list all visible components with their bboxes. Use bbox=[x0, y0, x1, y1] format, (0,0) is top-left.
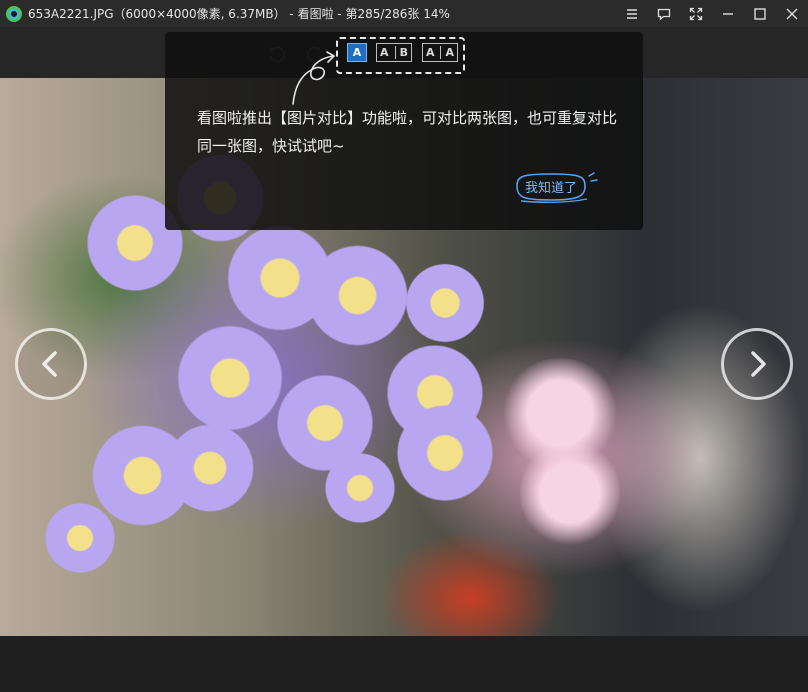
pointer-doodle-icon bbox=[292, 51, 336, 105]
next-image-button[interactable] bbox=[721, 328, 793, 400]
flower bbox=[160, 418, 260, 518]
close-icon[interactable] bbox=[776, 0, 808, 27]
compare-mode-single[interactable]: A bbox=[347, 43, 367, 62]
maximize-icon[interactable] bbox=[744, 0, 776, 27]
app-logo-icon bbox=[6, 5, 22, 22]
flower bbox=[40, 498, 120, 578]
feedback-icon[interactable] bbox=[648, 0, 680, 27]
menu-icon[interactable] bbox=[616, 0, 648, 27]
flower bbox=[390, 398, 500, 508]
tip-message: 看图啦推出【图片对比】功能啦，可对比两张图，也可重复对比同一张图，快试试吧~ bbox=[197, 109, 618, 155]
compare-mode-same-image[interactable]: A A bbox=[422, 43, 458, 62]
dismiss-tip-label: 我知道了 bbox=[524, 180, 577, 196]
window-controls bbox=[616, 0, 808, 27]
title-bar: 653A2221.JPG（6000×4000像素, 6.37MB） - 看图啦 … bbox=[0, 0, 808, 27]
minimize-icon[interactable] bbox=[712, 0, 744, 27]
pink-flower-cluster bbox=[520, 438, 620, 548]
status-strip bbox=[0, 636, 808, 692]
flower bbox=[400, 258, 490, 348]
compare-feature-tip: A A B A A 看图啦推出【图片对比】功能啦，可对比两张图，也可重复对比同一… bbox=[165, 32, 643, 230]
chevron-right-icon bbox=[751, 351, 766, 377]
compare-mode-two-images[interactable]: A B bbox=[376, 43, 412, 62]
chevron-left-icon bbox=[42, 351, 57, 377]
dismiss-tip-button[interactable]: 我知道了 bbox=[513, 170, 598, 204]
flower bbox=[320, 448, 400, 528]
window-title: 653A2221.JPG（6000×4000像素, 6.37MB） - 看图啦 … bbox=[28, 7, 450, 21]
fullscreen-icon[interactable] bbox=[680, 0, 712, 27]
prev-image-button[interactable] bbox=[15, 328, 87, 400]
flower bbox=[300, 238, 415, 353]
